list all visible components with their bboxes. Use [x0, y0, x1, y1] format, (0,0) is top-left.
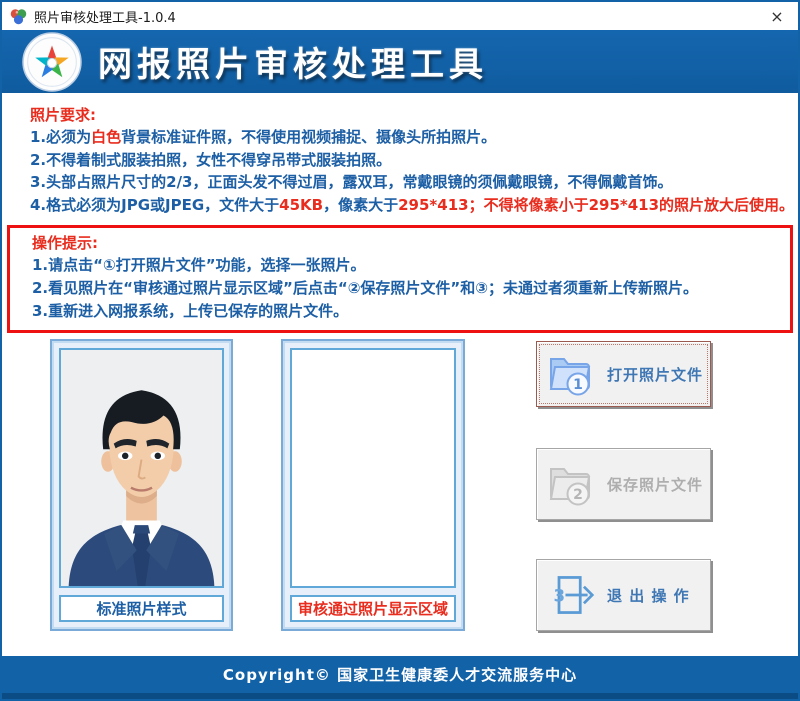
titlebar: 照片审核处理工具-1.0.4 ×: [2, 2, 798, 30]
requirement-4-text: 4.格式必须为JPG或JPEG，文件大于: [30, 196, 279, 214]
close-button[interactable]: ×: [760, 4, 794, 28]
window-title: 照片审核处理工具-1.0.4: [34, 7, 760, 26]
requirement-1-highlight: 白色: [91, 128, 121, 146]
result-photo-label: 审核通过照片显示区域: [290, 595, 456, 622]
requirement-4-size: 45KB: [279, 196, 323, 214]
tip-line-3: 3.重新进入网报系统，上传已保存的照片文件。: [32, 300, 784, 323]
sample-portrait-image: [61, 350, 222, 586]
sample-photo-frame: 标准照片样式: [50, 339, 233, 631]
action-buttons: 1 打开照片文件 2 保存照片文件 3: [536, 339, 711, 631]
requirement-line-2: 2.不得着制式服装拍照，女性不得穿吊带式服装拍照。: [30, 149, 788, 172]
copyright-text: Copyright© 国家卫生健康委人才交流服务中心: [223, 664, 577, 685]
save-photo-label: 保存照片文件: [607, 474, 703, 495]
tip-line-1: 1.请点击“①打开照片文件”功能，选择一张照片。: [32, 254, 784, 277]
photo-row: 标准照片样式 审核通过照片显示区域 1 打开照片文件: [50, 339, 798, 631]
badge-2: 2: [573, 487, 583, 503]
footer-strip: [2, 693, 798, 699]
badge-1: 1: [573, 377, 583, 393]
header-title: 网报照片审核处理工具: [98, 37, 488, 86]
requirement-4-warning: ；不得将像素小于295*413的照片放大后使用。: [469, 196, 794, 214]
folder-save-icon: 2: [547, 462, 595, 506]
sample-photo: [59, 348, 224, 588]
requirement-1-text: 1.必须为: [30, 128, 91, 146]
folder-open-icon: 1: [547, 352, 595, 396]
requirement-line-3: 3.头部占照片尺寸的2/3，正面头发不得过眉，露双耳，常戴眼镜的须佩戴眼镜，不得…: [30, 171, 788, 194]
badge-3: 3: [553, 586, 565, 605]
app-icon: [10, 8, 27, 25]
sample-photo-label: 标准照片样式: [59, 595, 224, 622]
photo-requirements-heading: 照片要求:: [30, 105, 788, 126]
tips-box: 操作提示: 1.请点击“①打开照片文件”功能，选择一张照片。 2.看见照片在“审…: [7, 225, 793, 333]
open-photo-label: 打开照片文件: [607, 364, 703, 385]
open-photo-button[interactable]: 1 打开照片文件: [536, 341, 711, 407]
app-logo: [22, 32, 82, 92]
exit-icon: 3: [547, 573, 595, 617]
requirement-line-1: 1.必须为白色背景标准证件照，不得使用视频捕捉、摄像头所拍照片。: [30, 126, 788, 149]
result-photo-area: [290, 348, 456, 588]
requirement-4-pixels: 295*413: [398, 196, 468, 214]
requirement-1-rest: 背景标准证件照，不得使用视频捕捉、摄像头所拍照片。: [121, 128, 496, 146]
photo-requirements-section: 照片要求: 1.必须为白色背景标准证件照，不得使用视频捕捉、摄像头所拍照片。 2…: [2, 98, 798, 216]
footer: Copyright© 国家卫生健康委人才交流服务中心: [2, 656, 798, 693]
tips-heading: 操作提示:: [32, 232, 784, 254]
requirement-line-4: 4.格式必须为JPG或JPEG，文件大于45KB，像素大于295*413；不得将…: [30, 194, 788, 217]
app-header: 网报照片审核处理工具: [2, 30, 798, 98]
requirement-4-mid: ，像素大于: [323, 196, 398, 214]
exit-button[interactable]: 3 退 出 操 作: [536, 559, 711, 631]
result-photo-frame: 审核通过照片显示区域: [281, 339, 465, 631]
app-window: 照片审核处理工具-1.0.4 × 网报照片审核处理工具 照片要求: 1.必须为白…: [0, 0, 800, 701]
save-photo-button[interactable]: 2 保存照片文件: [536, 448, 711, 520]
exit-label: 退 出 操 作: [607, 585, 690, 606]
tip-line-2: 2.看见照片在“审核通过照片显示区域”后点击“②保存照片文件”和③；未通过者须重…: [32, 277, 784, 300]
